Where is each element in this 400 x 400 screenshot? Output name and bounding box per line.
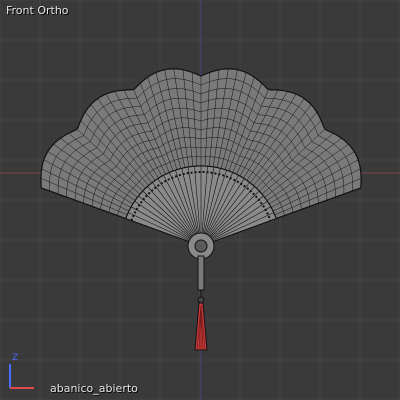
fan-pivot <box>187 232 215 291</box>
tassel-knot <box>197 296 205 304</box>
axis-gizmo: Z <box>9 353 34 389</box>
fan-mesh[interactable] <box>0 0 400 400</box>
3d-viewport[interactable]: Front Ortho Z abanico_abierto <box>0 0 400 400</box>
gizmo-z-label: Z <box>12 353 18 363</box>
pivot-rivet <box>194 239 208 253</box>
fan-tassel <box>194 290 208 351</box>
handle-stem <box>197 255 205 291</box>
object-name-label: abanico_abierto <box>50 382 138 395</box>
